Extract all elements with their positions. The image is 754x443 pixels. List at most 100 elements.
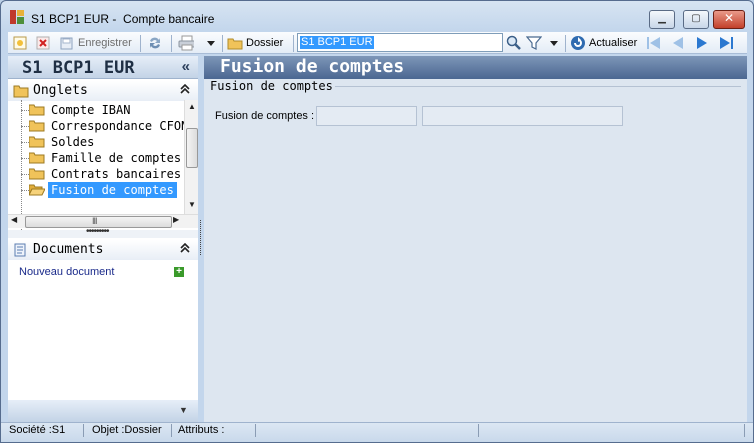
sync-icon bbox=[147, 35, 163, 51]
scroll-up-icon[interactable]: ▲ bbox=[185, 102, 199, 111]
new-record-icon bbox=[12, 35, 28, 51]
tabs-section-header[interactable]: Onglets bbox=[8, 81, 198, 101]
panel-resize-handle[interactable] bbox=[200, 220, 201, 255]
maximize-button[interactable]: ▢ bbox=[683, 10, 709, 29]
chevron-down-icon bbox=[203, 35, 219, 51]
last-icon bbox=[718, 35, 734, 51]
folder-button[interactable]: Dossier bbox=[227, 34, 283, 52]
documents-section-title: Documents bbox=[33, 242, 104, 257]
filter-button[interactable] bbox=[526, 34, 542, 52]
tree-item-label: Compte IBAN bbox=[51, 103, 131, 117]
previous-record-button[interactable] bbox=[670, 34, 686, 52]
window-title: S1 BCP1 EUR - Compte bancaire bbox=[31, 12, 215, 26]
documents-section-header[interactable]: Documents bbox=[8, 240, 198, 260]
page-title: Fusion de comptes bbox=[220, 56, 405, 77]
tree-item-famille-de-comptes[interactable]: Famille de comptes bbox=[8, 150, 184, 166]
tree-item-soldes[interactable]: Soldes bbox=[8, 134, 184, 150]
panel-splitter[interactable]: ••••••••• bbox=[8, 226, 198, 238]
status-company: Société :S1 bbox=[7, 424, 84, 437]
next-icon bbox=[694, 35, 710, 51]
status-attributes: Attributs : bbox=[176, 424, 256, 437]
tree-item-label: Correspondance CFON bbox=[51, 119, 184, 133]
folder-icon bbox=[13, 84, 29, 101]
status-object: Objet :Dossier bbox=[90, 424, 172, 437]
search-icon bbox=[506, 35, 522, 51]
main-panel-header: Fusion de comptes bbox=[204, 56, 747, 79]
print-dropdown-button[interactable] bbox=[203, 34, 219, 52]
open-folder-icon bbox=[28, 184, 46, 196]
scroll-right-icon[interactable]: ▶ bbox=[173, 215, 179, 224]
minimize-button[interactable]: ▁ bbox=[649, 10, 675, 29]
toolbar-separator bbox=[140, 35, 141, 52]
close-icon: ✕ bbox=[723, 11, 735, 25]
status-cell-empty bbox=[257, 424, 479, 437]
new-button[interactable] bbox=[12, 34, 28, 52]
save-icon bbox=[59, 35, 75, 51]
sync-button[interactable] bbox=[147, 34, 163, 52]
merge-account-code-field[interactable] bbox=[316, 106, 417, 126]
tabs-section-title: Onglets bbox=[33, 83, 88, 98]
tree-item-label: Contrats bancaires bbox=[51, 167, 182, 181]
refresh-label: Actualiser bbox=[589, 37, 638, 49]
save-button[interactable]: Enregistrer bbox=[59, 34, 132, 52]
first-record-button[interactable] bbox=[646, 34, 662, 52]
collapse-section-icon[interactable] bbox=[180, 242, 190, 256]
expand-down-icon[interactable]: ▼ bbox=[179, 405, 188, 415]
main-panel: Fusion de comptes Fusion de comptes Fusi… bbox=[204, 56, 747, 422]
tree-item-contrats-bancaires[interactable]: Contrats bancaires bbox=[8, 166, 184, 182]
previous-icon bbox=[670, 35, 686, 51]
maximize-icon: ▢ bbox=[691, 13, 701, 24]
print-button[interactable] bbox=[178, 34, 194, 52]
next-record-button[interactable] bbox=[694, 34, 710, 52]
delete-icon bbox=[35, 35, 51, 51]
tree-item-correspondance[interactable]: Correspondance CFON bbox=[8, 118, 184, 134]
scroll-left-icon[interactable]: ◀ bbox=[11, 215, 17, 224]
toolbar-separator bbox=[171, 35, 172, 52]
folder-icon bbox=[227, 35, 243, 51]
splitter-grip: ••••••••• bbox=[86, 226, 109, 237]
tree-vertical-scrollbar[interactable]: ▲ ▼ bbox=[184, 100, 198, 214]
toolbar-separator bbox=[293, 35, 294, 52]
close-button[interactable]: ✕ bbox=[713, 10, 745, 29]
left-panel-header: S1 BCP1 EUR « bbox=[8, 56, 198, 79]
scroll-thumb[interactable] bbox=[186, 128, 198, 168]
tree-item-label: Famille de comptes bbox=[51, 151, 182, 165]
folder-icon bbox=[28, 152, 45, 164]
tree-item-fusion-de-comptes[interactable]: Fusion de comptes bbox=[8, 182, 184, 198]
printer-icon bbox=[178, 35, 194, 51]
tree-item-label: Soldes bbox=[51, 135, 95, 149]
refresh-button[interactable]: Actualiser bbox=[570, 34, 637, 52]
new-document-link[interactable]: Nouveau document bbox=[19, 266, 114, 278]
left-panel-title: S1 BCP1 EUR bbox=[22, 58, 135, 78]
tree-item-label: Fusion de comptes bbox=[48, 182, 177, 198]
status-bar: Société :S1 Objet :Dossier Attributs : bbox=[1, 422, 753, 442]
document-icon bbox=[13, 243, 27, 260]
toolbar-separator bbox=[222, 35, 223, 52]
last-record-button[interactable] bbox=[718, 34, 734, 52]
group-title: Fusion de comptes bbox=[208, 79, 335, 93]
collapse-panel-icon[interactable]: « bbox=[182, 58, 190, 75]
filter-dropdown-button[interactable] bbox=[546, 34, 562, 52]
minimize-icon: ▁ bbox=[658, 13, 666, 24]
folder-icon bbox=[28, 136, 45, 148]
scroll-down-icon[interactable]: ▼ bbox=[185, 200, 199, 209]
title-bar[interactable]: S1 BCP1 EUR - Compte bancaire ▁ ▢ ✕ bbox=[1, 1, 753, 31]
app-window: S1 BCP1 EUR - Compte bancaire ▁ ▢ ✕ Enre… bbox=[0, 0, 754, 443]
scroll-grip: III bbox=[92, 216, 97, 226]
plus-icon[interactable]: + bbox=[174, 267, 184, 277]
chevron-down-icon bbox=[546, 35, 562, 51]
merge-account-name-field[interactable] bbox=[422, 106, 623, 126]
search-button[interactable] bbox=[506, 34, 522, 52]
collapse-section-icon[interactable] bbox=[180, 83, 190, 97]
save-label: Enregistrer bbox=[78, 37, 132, 49]
status-cell-empty bbox=[480, 424, 745, 437]
folder-icon bbox=[28, 168, 45, 180]
folder-icon bbox=[28, 120, 45, 132]
folder-label: Dossier bbox=[246, 37, 284, 49]
toolbar: Enregistrer Dossier S1 BCP1 EUR Actualis… bbox=[8, 32, 747, 54]
delete-button[interactable] bbox=[35, 34, 51, 52]
tree-item-compte-iban[interactable]: Compte IBAN bbox=[8, 102, 184, 118]
search-input[interactable]: S1 BCP1 EUR bbox=[297, 33, 503, 52]
filter-icon bbox=[526, 35, 542, 51]
search-value: S1 BCP1 EUR bbox=[300, 36, 374, 49]
